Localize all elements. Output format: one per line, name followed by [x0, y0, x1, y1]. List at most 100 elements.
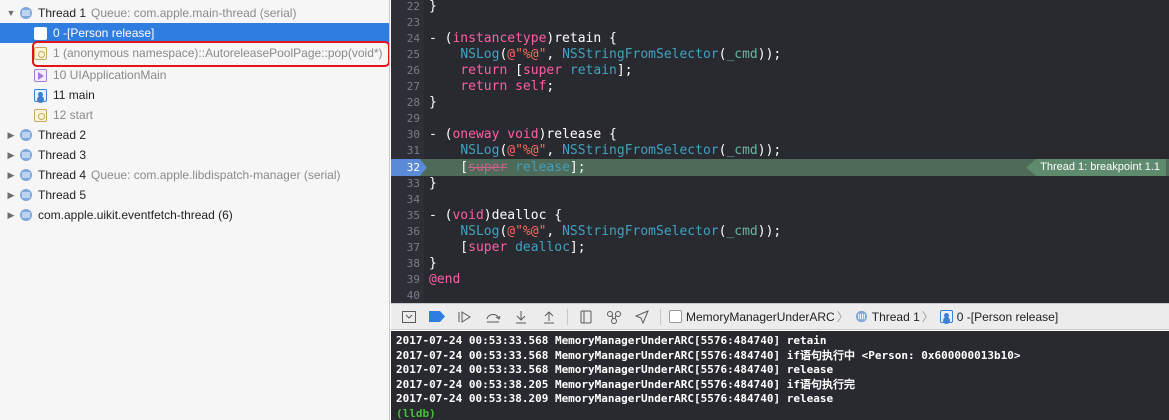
breadcrumb-project[interactable]: MemoryManagerUnderARC — [686, 310, 835, 324]
breakpoint-annotation: Thread 1: breakpoint 1.1 — [1026, 159, 1166, 176]
line-number: 27 — [406, 80, 420, 93]
code-line: 27 return self; — [391, 79, 1169, 95]
code-line: 31 NSLog(@"%@", NSStringFromSelector(_cm… — [391, 143, 1169, 159]
code-line: 23 — [391, 15, 1169, 31]
code-text: @end — [429, 272, 461, 287]
thread-icon — [20, 189, 32, 201]
code-text: - (instancetype)retain { — [429, 31, 617, 46]
chevron-right-icon: 〉 — [921, 310, 934, 324]
frame-label: 10 UIApplicationMain — [53, 68, 167, 82]
simulate-location-icon[interactable] — [628, 306, 656, 328]
thread-3-row[interactable]: ▶ Thread 3 — [0, 145, 389, 165]
line-number: 40 — [406, 289, 420, 302]
code-line: 26 return [super retain]; — [391, 63, 1169, 79]
frame-row[interactable]: 12 start — [0, 105, 389, 125]
code-text: - (oneway void)release { — [429, 127, 617, 142]
thread-6-row[interactable]: ▶ com.apple.uikit.eventfetch-thread (6) — [0, 205, 389, 225]
code-text: } — [429, 256, 437, 271]
debug-view-hierarchy-icon[interactable] — [572, 306, 600, 328]
divider — [660, 308, 661, 325]
console-line: 2017-07-24 00:53:38.205 MemoryManagerUnd… — [396, 377, 855, 391]
code-line: 28} — [391, 95, 1169, 111]
system-frame-icon — [34, 108, 47, 122]
line-number: 35 — [406, 209, 420, 222]
thread-label: Thread 4 — [38, 168, 87, 182]
disclosure-closed-icon[interactable]: ▶ — [5, 165, 17, 185]
line-number: 29 — [406, 112, 420, 125]
thread-label: Thread 3 — [38, 148, 87, 162]
thread-1-row[interactable]: ▼ Thread 1 Queue: com.apple.main-thread … — [0, 3, 389, 23]
breakpoints-toggle-icon[interactable] — [423, 306, 451, 328]
breadcrumb-thread[interactable]: Thread 1 — [872, 310, 920, 324]
thread-icon — [20, 169, 32, 181]
continue-icon[interactable] — [451, 306, 479, 328]
line-number: 23 — [406, 16, 420, 29]
console-line: 2017-07-24 00:53:33.568 MemoryManagerUnd… — [396, 363, 834, 377]
thread-label: Thread 2 — [38, 128, 87, 142]
thread-label: Thread 1 — [38, 6, 87, 20]
thread-label: Thread 5 — [38, 188, 87, 202]
source-editor[interactable]: 22} 23 24 - (instancetype)retain { 25 NSL… — [391, 0, 1169, 303]
step-out-icon[interactable] — [535, 306, 563, 328]
disclosure-open-icon[interactable]: ▼ — [5, 3, 17, 23]
chevron-right-icon: 〉 — [836, 310, 849, 324]
user-frame-icon — [34, 88, 47, 102]
frame-label: 12 start — [53, 108, 94, 122]
hide-debug-area-icon[interactable] — [395, 306, 423, 328]
disclosure-closed-icon[interactable]: ▶ — [5, 205, 17, 225]
breakpoint-marker[interactable]: 32 — [391, 159, 427, 176]
code-text: NSLog(@"%@", NSStringFromSelector(_cmd))… — [460, 47, 782, 62]
breadcrumb-frame[interactable]: 0 -[Person release] — [957, 310, 1058, 324]
line-number: 34 — [406, 193, 420, 206]
debug-memory-graph-icon[interactable] — [600, 306, 628, 328]
thread-label: com.apple.uikit.eventfetch-thread (6) — [38, 208, 233, 222]
breakpoint-label: Thread 1: breakpoint 1.1 — [1040, 161, 1160, 173]
code-text: NSLog(@"%@", NSStringFromSelector(_cmd))… — [460, 143, 782, 158]
disclosure-closed-icon[interactable]: ▶ — [5, 145, 17, 165]
step-over-icon[interactable] — [479, 306, 507, 328]
breadcrumb: MemoryManagerUnderARC 〉 Thread 1 〉 0 -[P… — [665, 308, 1058, 325]
line-number: 30 — [406, 128, 420, 141]
code-text: [super dealloc]; — [429, 240, 586, 255]
line-number: 25 — [406, 48, 420, 61]
disclosure-closed-icon[interactable]: ▶ — [5, 125, 17, 145]
line-number: 32 — [406, 161, 420, 174]
user-code-frame-icon — [34, 26, 47, 40]
line-number: 38 — [406, 257, 420, 270]
code-line: 40 — [391, 288, 1169, 303]
thread-5-row[interactable]: ▶ Thread 5 — [0, 185, 389, 205]
code-line: 35 - (void)dealloc { — [391, 208, 1169, 224]
line-number: 37 — [406, 241, 420, 254]
code-text: return self; — [460, 79, 555, 94]
frame-label: 0 -[Person release] — [53, 26, 155, 40]
code-text: NSLog(@"%@", NSStringFromSelector(_cmd))… — [460, 224, 782, 239]
frame-row[interactable]: 10 UIApplicationMain — [0, 65, 389, 85]
thread-icon — [20, 149, 32, 161]
disclosure-closed-icon[interactable]: ▶ — [5, 185, 17, 205]
frame-row-selected[interactable]: 0 -[Person release] — [0, 23, 389, 43]
project-icon — [669, 310, 682, 323]
console-line: 2017-07-24 00:53:33.568 MemoryManagerUnd… — [396, 334, 827, 347]
step-into-icon[interactable] — [507, 306, 535, 328]
code-line: 36 NSLog(@"%@", NSStringFromSelector(_cm… — [391, 224, 1169, 240]
line-number: 26 — [406, 64, 420, 77]
code-line: 24 - (instancetype)retain { — [391, 31, 1169, 47]
thread-icon — [855, 310, 867, 323]
user-frame-icon — [939, 310, 953, 323]
code-line: 39 @end — [391, 272, 1169, 288]
thread-2-row[interactable]: ▶ Thread 2 — [0, 125, 389, 145]
uikit-frame-icon — [34, 68, 47, 82]
debug-navigator: ▼ Thread 1 Queue: com.apple.main-thread … — [0, 0, 390, 420]
lldb-prompt[interactable]: (lldb) — [391, 407, 1169, 420]
thread-4-row[interactable]: ▶ Thread 4 Queue: com.apple.libdispatch-… — [0, 165, 389, 185]
code-line: 30 - (oneway void)release { — [391, 127, 1169, 143]
code-line: 25 NSLog(@"%@", NSStringFromSelector(_cm… — [391, 47, 1169, 63]
console-line: 2017-07-24 00:53:38.209 MemoryManagerUnd… — [396, 392, 834, 406]
line-number: 36 — [406, 225, 420, 238]
line-number: 33 — [406, 177, 420, 190]
divider — [567, 308, 568, 325]
thread-icon — [20, 7, 32, 19]
code-line: 34 — [391, 192, 1169, 208]
frame-row[interactable]: 11 main — [0, 85, 389, 105]
debug-console[interactable]: 2017-07-24 00:53:33.568 MemoryManagerUnd… — [391, 331, 1169, 420]
